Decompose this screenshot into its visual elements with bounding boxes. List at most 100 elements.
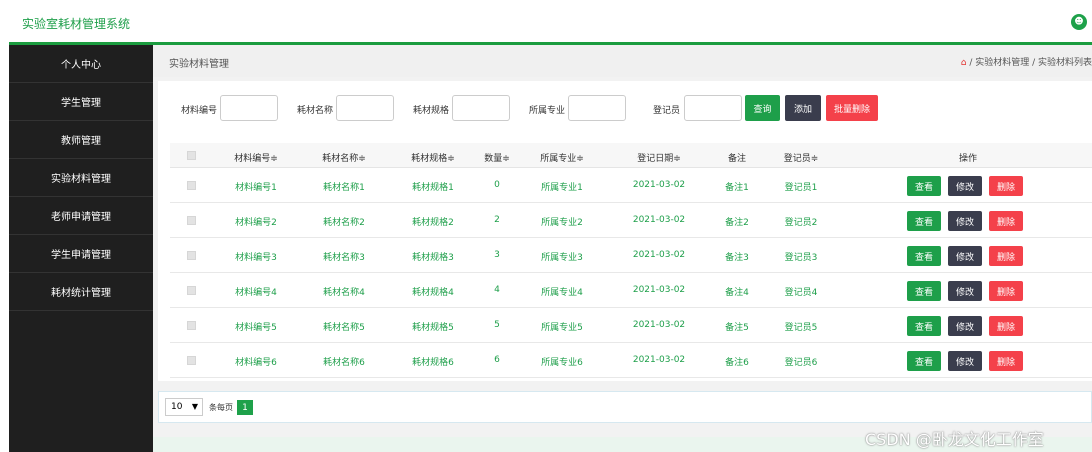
delete-button[interactable]: 删除 <box>989 316 1023 336</box>
material-number-cell: 材料编号5 <box>235 323 277 333</box>
registrar-cell: 登记员5 <box>784 323 818 333</box>
column-header-quantity[interactable]: 数量≑ <box>484 151 510 164</box>
consumable-spec-input[interactable] <box>452 95 510 121</box>
edit-button[interactable]: 修改 <box>948 316 982 336</box>
edit-button[interactable]: 修改 <box>948 246 982 266</box>
app-title: 实验室耗材管理系统 <box>22 17 131 31</box>
column-header-consumable-spec[interactable]: 耗材规格≑ <box>411 151 455 164</box>
date-cell: 2021-03-02 <box>632 215 686 225</box>
search-form: 材料编号 耗材名称 耗材规格 所属专业 登记员 查询 添加 批量删除 <box>158 95 1092 123</box>
material-number-cell: 材料编号2 <box>235 218 277 228</box>
row-checkbox[interactable] <box>187 321 196 330</box>
breadcrumb-path: ⌂ / 实验材料管理 / 实验材料列表 <box>961 55 1092 68</box>
view-button[interactable]: 查看 <box>907 351 941 371</box>
edit-button[interactable]: 修改 <box>948 211 982 231</box>
material-number-cell: 材料编号4 <box>235 288 277 298</box>
main-content: 实验材料管理 ⌂ / 实验材料管理 / 实验材料列表 材料编号 耗材名称 耗材规… <box>153 45 1092 452</box>
date-cell: 2021-03-02 <box>632 320 686 330</box>
registrar-cell: 登记员6 <box>784 358 818 368</box>
sidebar-item-student-management[interactable]: 学生管理 <box>9 83 153 121</box>
major-input[interactable] <box>568 95 626 121</box>
edit-button[interactable]: 修改 <box>948 351 982 371</box>
column-header-consumable-name[interactable]: 耗材名称≑ <box>322 151 366 164</box>
column-header-remark: 备注 <box>727 154 747 164</box>
remark-cell: 备注4 <box>725 288 749 298</box>
page-size-label: 条每页 <box>209 403 233 412</box>
material-number-cell: 材料编号3 <box>235 253 277 263</box>
sidebar-item-teacher-application[interactable]: 老师申请管理 <box>9 197 153 235</box>
sidebar-item-student-application[interactable]: 学生申请管理 <box>9 235 153 273</box>
breadcrumb-trail: / 实验材料管理 / 实验材料列表 <box>966 58 1092 68</box>
table-header: 材料编号≑ 耗材名称≑ 耗材规格≑ 数量≑ 所属专业≑ 登记日期≑ 备注 登记员… <box>170 143 1092 168</box>
view-button[interactable]: 查看 <box>907 316 941 336</box>
watermark: CSDN @卧龙文化工作室 <box>865 430 1044 449</box>
table-row: 材料编号1 耗材名称1 耗材规格1 0 所属专业1 2021-03-02 备注1… <box>170 168 1092 203</box>
consumable-spec-cell: 耗材规格6 <box>412 358 454 368</box>
consumable-name-input[interactable] <box>336 95 394 121</box>
page-size-select[interactable]: 10 ▼ <box>165 398 203 416</box>
column-header-major[interactable]: 所属专业≑ <box>540 151 584 164</box>
select-all-checkbox[interactable] <box>187 151 196 160</box>
major-cell: 所属专业5 <box>541 323 583 333</box>
quantity-cell: 4 <box>494 285 500 295</box>
row-checkbox[interactable] <box>187 286 196 295</box>
delete-button[interactable]: 删除 <box>989 211 1023 231</box>
row-checkbox[interactable] <box>187 216 196 225</box>
table-row: 材料编号4 耗材名称4 耗材规格4 4 所属专业4 2021-03-02 备注4… <box>170 273 1092 308</box>
sidebar-item-label: 实验材料管理 <box>51 174 111 185</box>
batch-delete-button[interactable]: 批量删除 <box>826 95 878 121</box>
edit-button[interactable]: 修改 <box>948 176 982 196</box>
registrar-cell: 登记员4 <box>784 288 818 298</box>
delete-button[interactable]: 删除 <box>989 246 1023 266</box>
table-row: 材料编号5 耗材名称5 耗材规格5 5 所属专业5 2021-03-02 备注5… <box>170 308 1092 343</box>
row-checkbox[interactable] <box>187 181 196 190</box>
view-button[interactable]: 查看 <box>907 176 941 196</box>
material-number-cell: 材料编号1 <box>235 183 277 193</box>
user-icon[interactable]: ☻ <box>1071 14 1087 30</box>
remark-cell: 备注1 <box>725 183 749 193</box>
delete-button[interactable]: 删除 <box>989 351 1023 371</box>
chevron-down-icon: ▼ <box>191 402 198 411</box>
query-button[interactable]: 查询 <box>745 95 780 121</box>
sidebar-item-label: 耗材统计管理 <box>51 288 111 299</box>
edit-button[interactable]: 修改 <box>948 281 982 301</box>
delete-button[interactable]: 删除 <box>989 281 1023 301</box>
sidebar-item-consumable-statistics[interactable]: 耗材统计管理 <box>9 273 153 311</box>
sidebar-item-label: 教师管理 <box>61 136 101 147</box>
major-label: 所属专业 <box>529 106 566 116</box>
page-number-current[interactable]: 1 <box>237 400 253 415</box>
registrar-label: 登记员 <box>653 106 681 116</box>
quantity-cell: 0 <box>494 180 500 190</box>
view-button[interactable]: 查看 <box>907 246 941 266</box>
registrar-input[interactable] <box>684 95 742 121</box>
sidebar-item-personal-center[interactable]: 个人中心 <box>9 45 153 83</box>
view-button[interactable]: 查看 <box>907 211 941 231</box>
column-header-registrar[interactable]: 登记员≑ <box>784 151 819 164</box>
breadcrumb: 实验材料管理 ⌂ / 实验材料管理 / 实验材料列表 <box>153 45 1092 77</box>
consumable-spec-cell: 耗材规格1 <box>412 183 454 193</box>
sidebar-item-label: 学生管理 <box>61 98 101 109</box>
consumable-spec-label: 耗材规格 <box>413 106 450 116</box>
consumable-name-cell: 耗材名称5 <box>323 323 365 333</box>
delete-button[interactable]: 删除 <box>989 176 1023 196</box>
table-row: 材料编号6 耗材名称6 耗材规格6 6 所属专业6 2021-03-02 备注6… <box>170 343 1092 378</box>
column-header-operations: 操作 <box>958 154 978 164</box>
sidebar-item-label: 老师申请管理 <box>51 212 111 223</box>
sidebar-item-material-management[interactable]: 实验材料管理 <box>9 159 153 197</box>
view-button[interactable]: 查看 <box>907 281 941 301</box>
sidebar-item-label: 个人中心 <box>61 60 101 71</box>
date-cell: 2021-03-02 <box>632 250 686 260</box>
column-header-material-number[interactable]: 材料编号≑ <box>234 151 278 164</box>
material-table: 材料编号≑ 耗材名称≑ 耗材规格≑ 数量≑ 所属专业≑ 登记日期≑ 备注 登记员… <box>170 143 1092 378</box>
sidebar-item-teacher-management[interactable]: 教师管理 <box>9 121 153 159</box>
row-checkbox[interactable] <box>187 356 196 365</box>
major-cell: 所属专业4 <box>541 288 583 298</box>
add-button[interactable]: 添加 <box>785 95 821 121</box>
quantity-cell: 2 <box>494 215 500 225</box>
quantity-cell: 5 <box>494 320 500 330</box>
material-number-input[interactable] <box>220 95 278 121</box>
column-header-date[interactable]: 登记日期≑ <box>637 151 681 164</box>
date-cell: 2021-03-02 <box>632 285 686 295</box>
consumable-name-cell: 耗材名称4 <box>323 288 365 298</box>
row-checkbox[interactable] <box>187 251 196 260</box>
